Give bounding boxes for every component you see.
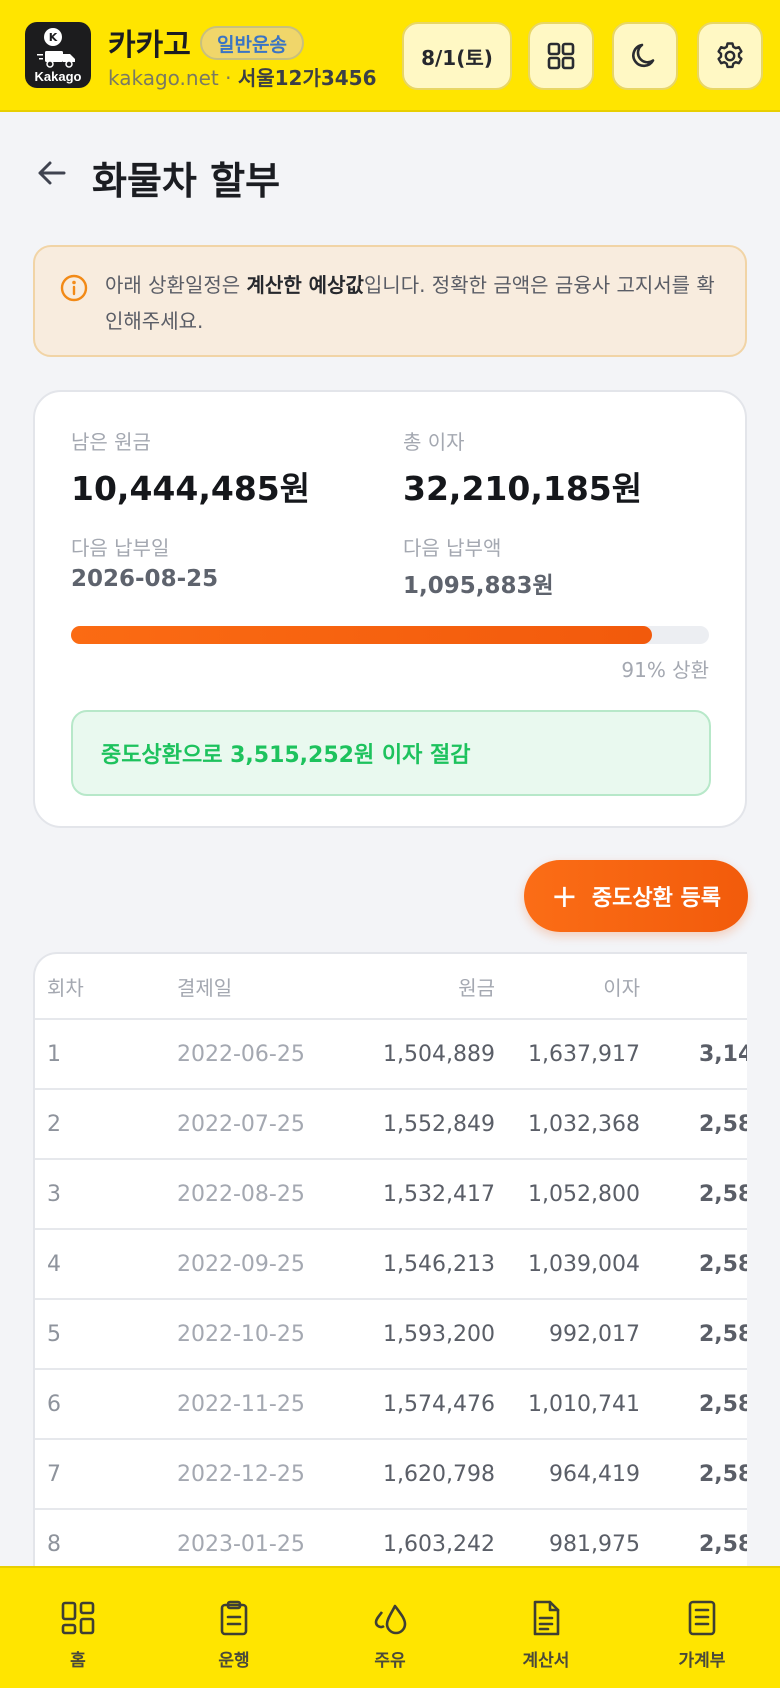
next-payment-date-label: 다음 납부일: [71, 536, 170, 560]
gear-icon: [717, 42, 743, 69]
table-header: 회차 결제일 원금 이자: [35, 954, 747, 1020]
app-logo[interactable]: K Kakago: [25, 22, 91, 88]
row-total: 2,58: [699, 1321, 747, 1347]
row-total: 2,58: [699, 1181, 747, 1207]
register-prepayment-button[interactable]: + 중도상환 등록: [524, 860, 748, 932]
loan-summary-card: 남은 원금 10,444,485원 총 이자 32,210,185원 다음 납부…: [33, 390, 747, 828]
vehicle-plate: 서울12가3456: [237, 66, 377, 90]
row-interest: 981,975: [549, 1531, 640, 1557]
back-arrow-icon[interactable]: [34, 155, 70, 191]
next-payment-amount-label: 다음 납부액: [403, 536, 502, 560]
estimate-notice: 아래 상환일정은 계산한 예상값입니다. 정확한 금액은 금융사 고지서를 확인…: [33, 245, 747, 357]
logo-letter: K: [44, 28, 62, 46]
plus-icon: +: [551, 877, 578, 915]
app-header: K Kakago 카카고 일반운송 kakago.net · 서울12가3456…: [0, 0, 780, 112]
table-row[interactable]: 82023-01-251,603,242981,9752,58: [35, 1510, 747, 1570]
row-interest: 1,039,004: [528, 1251, 640, 1277]
row-total: 2,58: [699, 1111, 747, 1137]
fuel-drop-icon: [374, 1604, 407, 1635]
table-row[interactable]: 62022-11-251,574,4761,010,7412,58: [35, 1370, 747, 1440]
page-title: 화물차 할부: [92, 159, 281, 203]
register-prepayment-label: 중도상환 등록: [591, 886, 721, 911]
brand-subline: kakago.net · 서울12가3456: [108, 62, 377, 91]
repayment-schedule-table[interactable]: 회차 결제일 원금 이자 1 2022-06-25 1,504,889 1,637,9…: [33, 952, 747, 1572]
row-total: 2,58: [699, 1461, 747, 1487]
home-grid-icon: [61, 1601, 95, 1635]
nav-home[interactable]: 홈: [0, 1568, 156, 1688]
grid-icon: [547, 42, 575, 70]
row-total: 2,58: [699, 1251, 747, 1277]
app-name: 카카고: [108, 28, 191, 63]
document-icon: [533, 1600, 560, 1636]
date-button[interactable]: 8/1(토): [402, 22, 512, 90]
row-interest: 1,032,368: [528, 1111, 640, 1137]
table-row[interactable]: 32022-08-251,532,4171,052,8002,58: [35, 1160, 747, 1230]
grid-menu-button[interactable]: [528, 22, 594, 90]
total-interest-value: 32,210,185원: [403, 469, 643, 508]
truck-icon: [37, 51, 75, 68]
nav-trips[interactable]: 운행: [156, 1568, 312, 1688]
row-total: 3,142: [699, 1041, 747, 1067]
table-row[interactable]: 12022-06-251,504,8891,637,9173,142: [35, 1020, 747, 1090]
notice-text: 아래 상환일정은 계산한 예상값입니다. 정확한 금액은 금융사 고지서를 확인…: [105, 273, 715, 333]
nav-fuel[interactable]: 주유: [312, 1568, 468, 1688]
next-payment-date-value: 2026-08-25: [71, 566, 219, 592]
notice-emphasis: 계산한 예상값: [246, 273, 364, 297]
settings-button[interactable]: [697, 22, 763, 90]
repayment-progress-fill: [71, 626, 652, 644]
total-interest-label: 총 이자: [403, 430, 465, 454]
repayment-progress-label: 91% 상환: [621, 658, 709, 682]
row-total: 2,58: [699, 1531, 747, 1557]
table-row[interactable]: 22022-07-251,552,8491,032,3682,58: [35, 1090, 747, 1160]
next-payment-amount-value: 1,095,883원: [403, 573, 554, 599]
table-row[interactable]: 72022-12-251,620,798964,4192,58: [35, 1440, 747, 1510]
row-interest: 992,017: [549, 1321, 640, 1347]
nav-home-label: 홈: [70, 1651, 86, 1671]
nav-invoice[interactable]: 계산서: [468, 1568, 624, 1688]
row-interest: 1,010,741: [528, 1391, 640, 1417]
separator: ·: [218, 66, 238, 90]
row-interest: 1,637,917: [528, 1041, 640, 1067]
nav-fuel-label: 주유: [374, 1651, 406, 1671]
transport-type-badge: 일반운송: [200, 26, 304, 60]
logo-wordmark: Kakago: [34, 69, 82, 84]
remaining-principal-label: 남은 원금: [71, 430, 151, 454]
nav-ledger-label: 가계부: [678, 1651, 726, 1671]
clipboard-icon: [220, 1600, 248, 1636]
row-interest: 1,052,800: [528, 1181, 640, 1207]
row-total: 2,58: [699, 1391, 747, 1417]
table-row[interactable]: 42022-09-251,546,2131,039,0042,58: [35, 1230, 747, 1300]
nav-invoice-label: 계산서: [522, 1651, 570, 1671]
site-url: kakago.net: [108, 66, 219, 90]
nav-ledger[interactable]: 가계부: [624, 1568, 780, 1688]
info-icon: [60, 274, 88, 302]
nav-trips-label: 운행: [218, 1651, 250, 1671]
repayment-progress-bar: [71, 626, 709, 644]
ledger-icon: [688, 1600, 716, 1636]
row-interest: 964,419: [549, 1461, 640, 1487]
bottom-navigation: 홈 운행 주유 계산서 가계부: [0, 1566, 780, 1688]
dark-mode-button[interactable]: [612, 22, 678, 90]
moon-icon: [632, 43, 655, 68]
remaining-principal-value: 10,444,485원: [71, 469, 311, 508]
table-row[interactable]: 52022-10-251,593,200992,0172,58: [35, 1300, 747, 1370]
header-interest: 이자: [603, 975, 640, 1000]
interest-savings-banner: 중도상환으로 3,515,252원 이자 절감: [71, 710, 711, 796]
